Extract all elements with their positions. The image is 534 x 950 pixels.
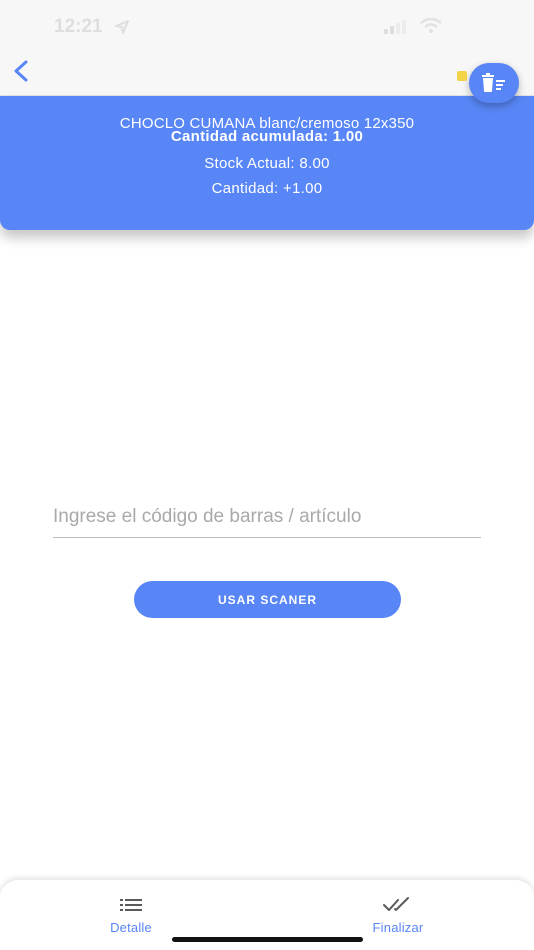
status-icons [384, 18, 484, 36]
location-arrow-icon [115, 20, 129, 34]
tab-finalizar[interactable]: Finalizar [338, 896, 458, 940]
battery-icon [457, 71, 467, 81]
tab-detalle[interactable]: Detalle [71, 896, 191, 940]
tab-finalizar-label: Finalizar [372, 920, 424, 935]
barcode-input[interactable] [53, 500, 481, 538]
accumulated-quantity: Cantidad acumulada: 1.00 [170, 128, 364, 145]
signal-icon [384, 20, 406, 34]
screen: 12:21 CHOCLO CUMANA blanc/cremoso 12x350… [0, 0, 534, 950]
list-icon [120, 899, 142, 911]
home-indicator [172, 937, 363, 942]
scan-button[interactable]: USAR SCANER [134, 581, 401, 618]
tab-detalle-label: Detalle [110, 920, 152, 935]
delete-button[interactable] [457, 63, 519, 103]
product-card: CHOCLO CUMANA blanc/cremoso 12x350 Canti… [0, 96, 534, 230]
quantity: Cantidad: +1.00 [211, 180, 323, 197]
chevron-left-icon [14, 60, 28, 82]
double-check-icon [383, 897, 409, 911]
back-button[interactable] [6, 56, 38, 88]
stock-actual: Stock Actual: 8.00 [204, 155, 330, 172]
status-bar: 12:21 [0, 0, 534, 50]
status-time: 12:21 [54, 16, 103, 37]
trash-list-icon [482, 73, 505, 92]
wifi-icon [420, 18, 442, 33]
nav-bar [0, 50, 534, 103]
